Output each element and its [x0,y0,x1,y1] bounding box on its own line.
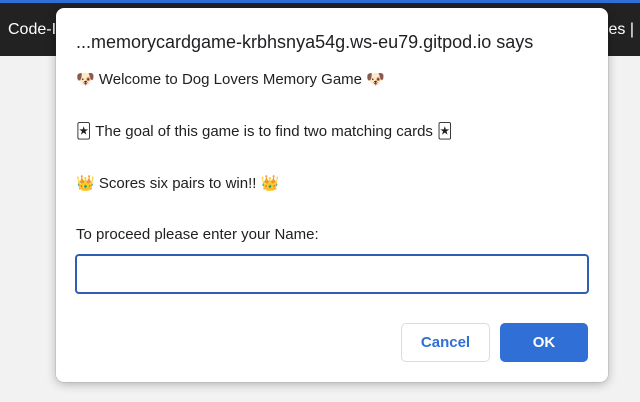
welcome-text: Welcome to Dog Lovers Memory Game [98,71,363,88]
crown-icon: 👑 [76,174,95,192]
welcome-message: 🐶 Welcome to Dog Lovers Memory Game 🐶 [76,70,385,88]
crown-icon: 👑 [260,174,280,192]
win-message: 👑 Scores six pairs to win!! 👑 [76,174,279,192]
goal-message: 🃏 The goal of this game is to find two m… [76,122,452,140]
ok-button[interactable]: OK [500,323,588,362]
joker-card-icon: 🃏 [437,122,453,140]
name-input[interactable] [75,254,589,294]
dog-face-icon: 🐶 [366,70,385,88]
name-prompt-label: To proceed please enter your Name: [76,226,319,243]
joker-card-icon: 🃏 [76,122,92,140]
goal-text: The goal of this game is to find two mat… [95,123,433,140]
dog-face-icon: 🐶 [76,70,95,88]
browser-viewport: Code-I nes | ...memorycardgame-krbhsnya5… [0,0,640,402]
prompt-dialog: ...memorycardgame-krbhsnya54g.ws-eu79.gi… [56,8,608,382]
win-text: Scores six pairs to win!! [98,175,257,192]
dialog-title: ...memorycardgame-krbhsnya54g.ws-eu79.gi… [76,32,534,52]
navbar-left-text: Code-I [8,21,57,38]
cancel-button[interactable]: Cancel [401,323,490,362]
